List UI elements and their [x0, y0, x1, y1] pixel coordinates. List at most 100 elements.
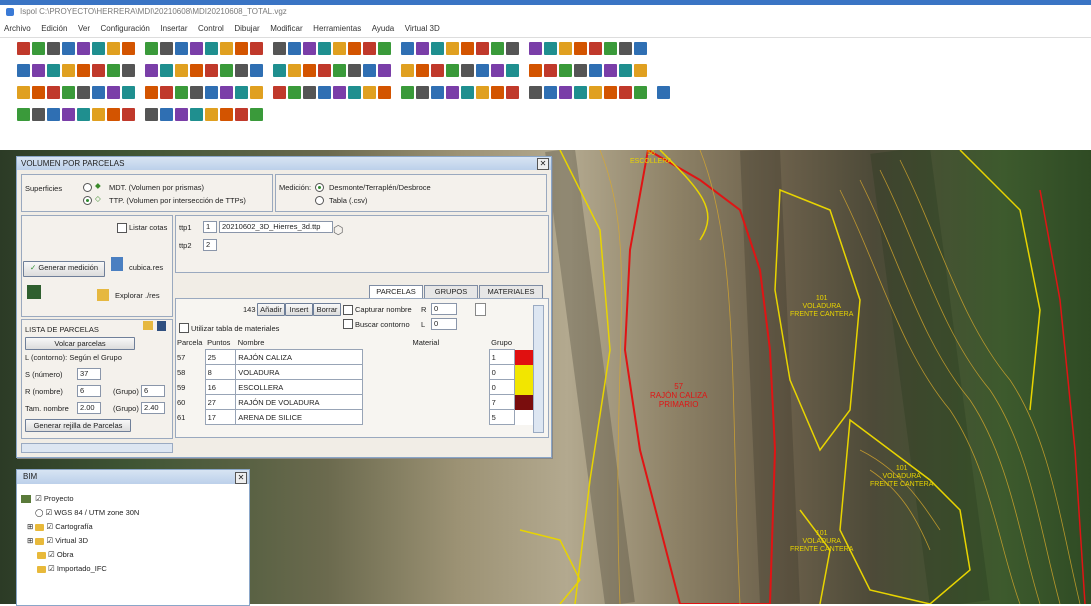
- toolbar-tool-icon[interactable]: [32, 64, 45, 77]
- toolbar-tool-icon[interactable]: [574, 42, 587, 55]
- toolbar-tool-icon[interactable]: [476, 42, 489, 55]
- save-list-icon[interactable]: [157, 321, 166, 331]
- toolbar-tool-icon[interactable]: [235, 42, 248, 55]
- toolbar-tool-icon[interactable]: [235, 108, 248, 121]
- r-nombre-field[interactable]: 6: [77, 385, 101, 397]
- capturar-nombre-checkbox[interactable]: [343, 305, 353, 315]
- table-row[interactable]: 60 27 RAJÓN DE VOLADURA 7: [175, 394, 533, 410]
- radio-mdt[interactable]: [83, 183, 92, 192]
- cell-grupo[interactable]: 7: [488, 394, 516, 410]
- toolbar-tool-icon[interactable]: [619, 86, 632, 99]
- toolbar-tool-icon[interactable]: [506, 64, 519, 77]
- toolbar-tool-icon[interactable]: [303, 86, 316, 99]
- toolbar-tool-icon[interactable]: [62, 108, 75, 121]
- cell-material[interactable]: [362, 380, 489, 395]
- toolbar-tool-icon[interactable]: [92, 108, 105, 121]
- toolbar-tool-icon[interactable]: [47, 108, 60, 121]
- tree-checkbox[interactable]: ☑: [46, 522, 55, 531]
- toolbar-tool-icon[interactable]: [77, 108, 90, 121]
- toolbar-tool-icon[interactable]: [145, 42, 158, 55]
- generar-medicion-button[interactable]: ✓ Generar medición: [23, 261, 105, 277]
- tree-item-importado-ifc[interactable]: ☑ Importado_IFC: [37, 564, 107, 573]
- toolbar-tool-icon[interactable]: [491, 64, 504, 77]
- toolbar-tool-icon[interactable]: [303, 64, 316, 77]
- cell-nombre[interactable]: ESCOLLERA: [235, 379, 363, 395]
- toolbar-tool-icon[interactable]: [107, 64, 120, 77]
- menu-archivo[interactable]: Archivo: [0, 22, 35, 35]
- toolbar-tool-icon[interactable]: [205, 108, 218, 121]
- toolbar-tool-icon[interactable]: [574, 64, 587, 77]
- tab-materiales[interactable]: MATERIALES: [479, 285, 543, 298]
- toolbar-tool-icon[interactable]: [122, 64, 135, 77]
- toolbar-tool-icon[interactable]: [559, 86, 572, 99]
- cell-puntos[interactable]: 25: [204, 349, 237, 365]
- left-hscrollbar[interactable]: [21, 443, 173, 453]
- toolbar-tool-icon[interactable]: [107, 42, 120, 55]
- toolbar-tool-icon[interactable]: [348, 42, 361, 55]
- folder-icon[interactable]: [143, 321, 153, 330]
- toolbar-tool-icon[interactable]: [544, 86, 557, 99]
- toolbar-tool-icon[interactable]: [589, 64, 602, 77]
- toolbar-tool-icon[interactable]: [288, 42, 301, 55]
- cell-grupo[interactable]: 0: [488, 379, 516, 395]
- toolbar-tool-icon[interactable]: [160, 86, 173, 99]
- toolbar-tool-icon[interactable]: [506, 86, 519, 99]
- cell-material[interactable]: [362, 365, 489, 380]
- document-icon[interactable]: [475, 303, 486, 316]
- menu-dibujar[interactable]: Dibujar: [230, 22, 263, 35]
- cell-puntos[interactable]: 16: [204, 379, 237, 395]
- toolbar-tool-icon[interactable]: [145, 64, 158, 77]
- toolbar-tool-icon[interactable]: [589, 42, 602, 55]
- toolbar-tool-icon[interactable]: [401, 64, 414, 77]
- toolbar-tool-icon[interactable]: [619, 64, 632, 77]
- menu-ver[interactable]: Ver: [74, 22, 94, 35]
- cell-material[interactable]: [362, 395, 489, 410]
- toolbar-tool-icon[interactable]: [461, 86, 474, 99]
- s-field[interactable]: 37: [77, 368, 101, 380]
- toolbar-tool-icon[interactable]: [62, 64, 75, 77]
- cell-grupo[interactable]: 1: [488, 349, 516, 365]
- toolbar-tool-icon[interactable]: [190, 86, 203, 99]
- toolbar-tool-icon[interactable]: [288, 64, 301, 77]
- toolbar-tool-icon[interactable]: [205, 64, 218, 77]
- table-row[interactable]: 57 25 RAJÓN CALIZA 1: [175, 349, 533, 365]
- ttp1-file-field[interactable]: 20210602_3D_Hierres_3d.ttp: [219, 221, 333, 233]
- cell-material[interactable]: [362, 350, 489, 365]
- toolbar-tool-icon[interactable]: [32, 42, 45, 55]
- toolbar-tool-icon[interactable]: [461, 42, 474, 55]
- ttp1-number[interactable]: 1: [203, 221, 217, 233]
- menu-configuracion[interactable]: Configuración: [97, 22, 154, 35]
- toolbar-tool-icon[interactable]: [32, 86, 45, 99]
- toolbar-tool-icon[interactable]: [476, 86, 489, 99]
- toolbar-tool-icon[interactable]: [619, 42, 632, 55]
- toolbar-tool-icon[interactable]: [506, 42, 519, 55]
- toolbar-tool-icon[interactable]: [431, 64, 444, 77]
- r-field[interactable]: 0: [431, 303, 457, 315]
- toolbar-tool-icon[interactable]: [604, 86, 617, 99]
- tree-checkbox[interactable]: ☑: [48, 550, 57, 559]
- tab-parcelas[interactable]: PARCELAS: [369, 285, 423, 298]
- ttp2-number[interactable]: 2: [203, 239, 217, 251]
- toolbar-tool-icon[interactable]: [401, 86, 414, 99]
- toolbar-tool-icon[interactable]: [604, 64, 617, 77]
- cell-material[interactable]: [362, 410, 489, 425]
- toolbar-tool-icon[interactable]: [17, 42, 30, 55]
- toolbar-tool-icon[interactable]: [92, 42, 105, 55]
- table-row[interactable]: 58 8 VOLADURA 0: [175, 364, 533, 380]
- toolbar-tool-icon[interactable]: [220, 86, 233, 99]
- toolbar-tool-icon[interactable]: [378, 42, 391, 55]
- toolbar-tool-icon[interactable]: [250, 42, 263, 55]
- generar-rejilla-button[interactable]: Generar rejilla de Parcelas: [25, 419, 131, 432]
- toolbar-tool-icon[interactable]: [634, 42, 647, 55]
- toolbar-tool-icon[interactable]: [250, 64, 263, 77]
- tree-item-proyecto[interactable]: ☑ Proyecto: [21, 494, 74, 504]
- toolbar-tool-icon[interactable]: [160, 42, 173, 55]
- toolbar-tool-icon[interactable]: [529, 42, 542, 55]
- l-field[interactable]: 0: [431, 318, 457, 330]
- toolbar-tool-icon[interactable]: [17, 86, 30, 99]
- toolbar-tool-icon[interactable]: [348, 64, 361, 77]
- cell-nombre[interactable]: RAJÓN DE VOLADURA: [235, 394, 363, 410]
- toolbar-tool-icon[interactable]: [92, 86, 105, 99]
- radio-tabla[interactable]: [315, 196, 324, 205]
- toolbar-tool-icon[interactable]: [303, 42, 316, 55]
